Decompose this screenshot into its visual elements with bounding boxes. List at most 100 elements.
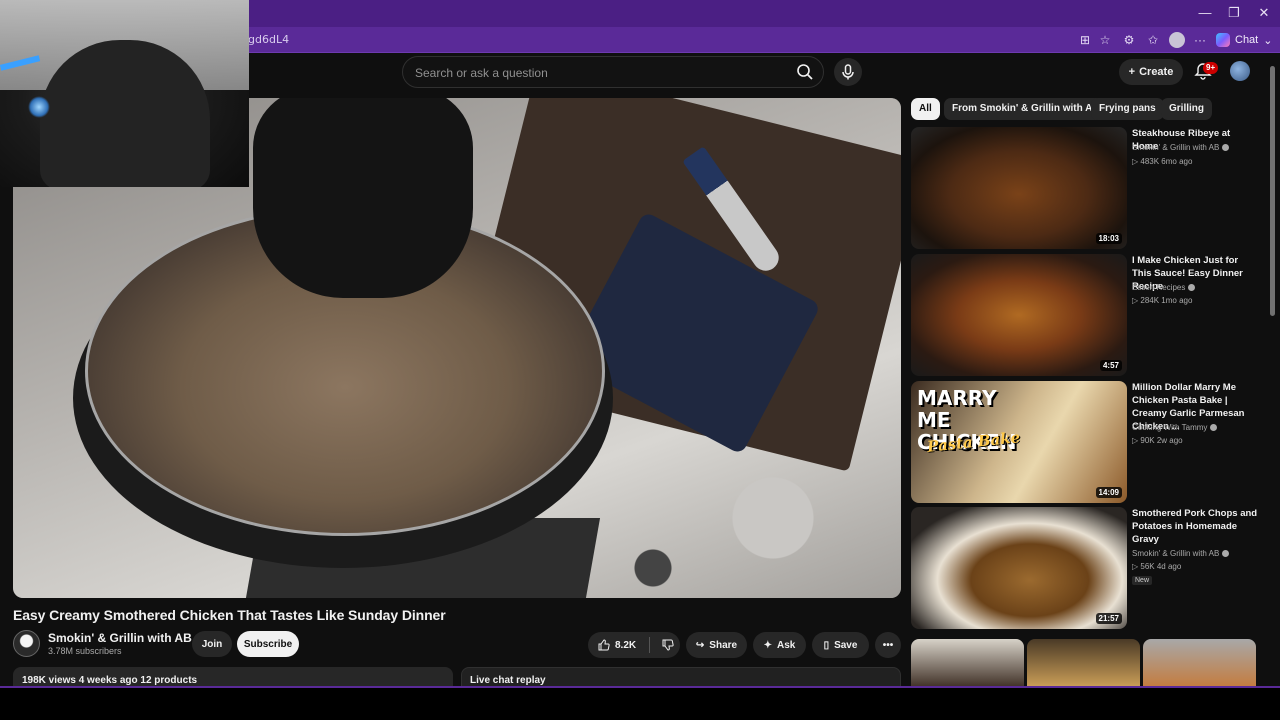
notification-badge: 9+ (1203, 62, 1219, 74)
recommendation-meta: 56K 4d ago (1140, 562, 1182, 571)
chat-label: Chat (1235, 34, 1259, 46)
recommendation-item[interactable]: 21:57 Smothered Pork Chops and Potatoes … (911, 507, 1257, 629)
bookmark-icon: ▯ (823, 639, 830, 651)
copilot-chat-button[interactable]: Chat ⌄ (1216, 31, 1272, 49)
recommendation-meta: 483K 6mo ago (1140, 157, 1193, 166)
recommendation-item[interactable]: MARRY ME CHICKEN Pasta Bake 14:09 Millio… (911, 381, 1257, 503)
browser-profile-avatar[interactable] (1169, 32, 1185, 48)
webcam-person (40, 40, 210, 187)
save-button[interactable]: ▯ Save (812, 632, 869, 658)
video-duration: 18:03 (1095, 233, 1122, 244)
share-icon: ↪ (695, 639, 705, 651)
ask-label: Ask (777, 639, 796, 651)
view-date-products: 198K views 4 weeks ago 12 products (22, 675, 198, 686)
copilot-icon (1216, 33, 1230, 47)
chip-all[interactable]: All (911, 98, 940, 120)
more-menu-icon[interactable]: ··· (1192, 32, 1208, 48)
verified-icon (1222, 550, 1230, 557)
recommendation-channel-row[interactable]: Cooking With Tammy (1132, 423, 1218, 432)
video-thumbnail[interactable]: MARRY ME CHICKEN Pasta Bake 14:09 (911, 381, 1127, 503)
taskbar-area (0, 686, 1280, 720)
shorts-thumbnail[interactable] (911, 639, 1024, 689)
ask-button[interactable]: ✦ Ask (753, 632, 806, 658)
recommendation-channel[interactable]: Cooking With Tammy (1132, 423, 1207, 432)
sparkle-icon: ✦ (763, 639, 773, 651)
recommendation-meta-row: ▷ 483K 6mo ago (1132, 157, 1192, 166)
video-duration: 14:09 (1095, 487, 1122, 498)
plus-icon: + (1128, 66, 1136, 78)
video-thumbnail[interactable]: 18:03 (911, 127, 1127, 249)
chevron-down-icon: ⌄ (1263, 34, 1273, 47)
more-horizontal-icon: ••• (882, 639, 894, 651)
microphone-icon (842, 64, 854, 80)
thumbs-up-icon (598, 639, 610, 651)
favorite-star-icon[interactable]: ☆ (1097, 32, 1113, 48)
recommendation-channel[interactable]: Smokin' & Grillin with AB (1132, 143, 1219, 152)
scrollbar-thumb[interactable] (1270, 66, 1275, 316)
webcam-overlay (0, 0, 249, 187)
save-label: Save (834, 639, 858, 651)
webcam-lamp (28, 96, 50, 118)
recommendation-meta: 90K 2w ago (1140, 436, 1183, 445)
chip-grilling[interactable]: Grilling (1161, 98, 1212, 120)
search-placeholder: Search or ask a question (415, 66, 548, 80)
create-label: Create (1139, 66, 1174, 78)
recommendation-channel-row[interactable]: Smokin' & Grillin with AB (1132, 549, 1230, 558)
like-button[interactable]: 8.2K (598, 639, 636, 651)
verified-icon (1222, 144, 1230, 151)
app-available-icon[interactable]: ⊞ (1077, 32, 1093, 48)
verified-icon (1210, 424, 1218, 431)
search-icon (797, 64, 813, 80)
subscribe-button[interactable]: Subscribe (237, 631, 299, 657)
shorts-thumbnail[interactable] (1143, 639, 1256, 689)
recommendation-meta-row: ▷ 56K 4d ago (1132, 562, 1181, 571)
video-thumbnail[interactable]: 21:57 (911, 507, 1127, 629)
chip-frying-pans[interactable]: Frying pans (1091, 98, 1164, 120)
chip-from-channel[interactable]: From Smokin' & Grillin with AB (944, 98, 1108, 120)
restore-icon[interactable]: ❐ (1225, 5, 1243, 21)
close-icon[interactable]: ✕ (1255, 5, 1273, 21)
minimize-icon[interactable]: — (1196, 5, 1214, 21)
url-text[interactable]: gd6dL4 (248, 33, 289, 46)
more-actions-button[interactable]: ••• (875, 632, 901, 658)
video-duration: 21:57 (1095, 613, 1122, 624)
recommendation-meta-row: ▷ 284K 1mo ago (1132, 296, 1192, 305)
recommendation-channel-row[interactable]: Smokin' & Grillin with AB (1132, 143, 1230, 152)
search-button[interactable] (790, 58, 820, 86)
recommendation-channel-row[interactable]: Essen Recipes (1132, 283, 1196, 292)
shorts-thumbnail[interactable] (1027, 639, 1140, 689)
thumbs-down-icon[interactable] (662, 639, 674, 651)
channel-name-row[interactable]: Smokin' & Grillin with AB (48, 631, 204, 645)
like-dislike-group: 8.2K (588, 632, 680, 658)
join-label: Join (201, 638, 223, 650)
recommendation-meta: 284K 1mo ago (1140, 296, 1193, 305)
like-count: 8.2K (615, 639, 637, 651)
subscriber-count: 3.78M subscribers (48, 646, 122, 656)
video-frame-gloved-hand (253, 98, 473, 298)
recommendation-item[interactable]: 4:57 I Make Chicken Just for This Sauce!… (911, 254, 1257, 376)
recommendation-meta-row: ▷ 90K 2w ago (1132, 436, 1183, 445)
video-duration: 4:57 (1099, 360, 1122, 371)
join-button[interactable]: Join (192, 631, 232, 657)
recommendation-title[interactable]: Smothered Pork Chops and Potatoes in Hom… (1132, 507, 1258, 546)
video-title: Easy Creamy Smothered Chicken That Taste… (13, 607, 446, 623)
voice-search-button[interactable] (834, 58, 862, 86)
verified-icon (1188, 284, 1196, 291)
share-label: Share (709, 639, 738, 651)
subscribe-label: Subscribe (243, 638, 293, 650)
recommendation-channel[interactable]: Essen Recipes (1132, 283, 1185, 292)
like-divider (649, 637, 651, 653)
live-chat-label: Live chat replay (470, 675, 546, 686)
recommendation-channel[interactable]: Smokin' & Grillin with AB (1132, 549, 1219, 558)
channel-name[interactable]: Smokin' & Grillin with AB (48, 631, 192, 645)
favorites-icon[interactable]: ✩ (1145, 32, 1161, 48)
account-avatar[interactable] (1230, 61, 1250, 81)
channel-avatar[interactable] (13, 630, 40, 657)
recommendation-item[interactable]: 18:03 Steakhouse Ribeye at Home Smokin' … (911, 127, 1257, 249)
search-input[interactable]: Search or ask a question (402, 56, 824, 88)
new-badge: New (1132, 576, 1153, 585)
share-button[interactable]: ↪ Share (686, 632, 747, 658)
extensions-icon[interactable]: ⚙ (1121, 32, 1137, 48)
video-thumbnail[interactable]: 4:57 (911, 254, 1127, 376)
create-button[interactable]: + Create (1119, 59, 1183, 85)
